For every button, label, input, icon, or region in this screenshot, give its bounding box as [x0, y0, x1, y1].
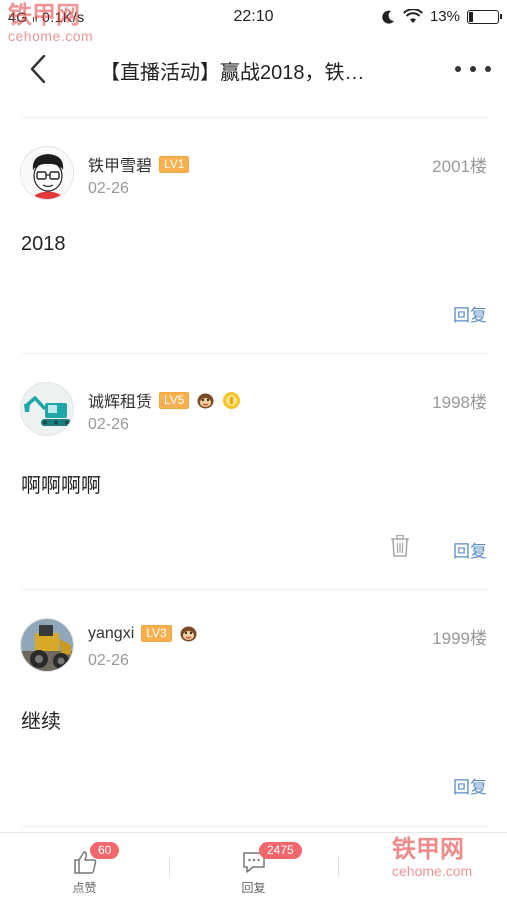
avatar-cartoon-face-icon: [21, 147, 73, 199]
reply-button[interactable]: 回复: [453, 773, 487, 798]
post-item: 诚辉租赁 LV5 1998楼 02-26 啊啊啊啊 回复: [0, 382, 507, 572]
avatar-excavator-icon: [21, 383, 73, 435]
battery-icon: [467, 9, 502, 24]
username-row: 铁甲雪碧 LV1: [88, 152, 190, 176]
username[interactable]: 诚辉租赁: [88, 388, 152, 412]
avatar[interactable]: [20, 382, 74, 436]
more-button[interactable]: [455, 52, 491, 86]
divider: [22, 353, 487, 354]
divider: [22, 589, 487, 590]
reply-count-badge: 2475: [259, 842, 302, 859]
watermark-name: 铁甲网: [392, 836, 464, 863]
level-badge: LV1: [159, 155, 190, 173]
watermark-logo-top: 铁甲网 cehome.com: [8, 2, 93, 44]
back-button[interactable]: [24, 52, 54, 86]
reply-button[interactable]: 回复: [453, 301, 487, 326]
moon-icon: [382, 10, 394, 24]
avatar[interactable]: [20, 146, 74, 200]
status-right: 13%: [380, 8, 502, 25]
post-content: 继续: [21, 711, 61, 733]
post-date: 02-26: [88, 180, 129, 197]
nav-bar: 【直播活动】赢战2018，铁…: [0, 40, 507, 98]
avatar[interactable]: [20, 618, 74, 672]
reply-button[interactable]: 回复: [453, 537, 487, 562]
monkey-medal-icon: [197, 393, 214, 408]
like-count-badge: 60: [90, 842, 120, 859]
like-tab[interactable]: 60 点赞: [0, 833, 169, 900]
trash-icon: [391, 534, 409, 557]
post-content: 啊啊啊啊: [21, 475, 101, 497]
watermark-name: 铁甲网: [8, 2, 80, 29]
more-icon-dot: [470, 66, 476, 72]
floor-number: 2001楼: [432, 157, 487, 176]
avatar-wheel-loader-photo-icon: [21, 619, 73, 671]
gold-coin-medal-icon: [223, 391, 241, 409]
divider: [22, 826, 487, 827]
back-icon: [30, 54, 46, 84]
monkey-medal-icon: [180, 626, 197, 642]
username[interactable]: yangxi: [88, 625, 134, 643]
post-item: 铁甲雪碧 LV1 2001楼 02-26 2018 回复: [0, 146, 507, 336]
page-title: 【直播活动】赢战2018，铁…: [100, 62, 365, 84]
more-icon-dot: [485, 66, 491, 72]
floor-number: 1999楼: [432, 629, 487, 648]
username-row: yangxi LV3: [88, 624, 198, 643]
watermark-logo-bottom: 铁甲网 cehome.com: [392, 836, 472, 878]
post-content: 2018: [21, 233, 66, 255]
post-item: yangxi LV3 1999楼 02-26 继续 回复: [0, 618, 507, 808]
wifi-icon: [403, 9, 423, 23]
username-row: 诚辉租赁 LV5: [88, 388, 241, 412]
more-icon-dot: [455, 66, 461, 72]
level-badge: LV5: [159, 391, 190, 409]
post-date: 02-26: [88, 652, 129, 669]
like-label: 点赞: [72, 881, 97, 895]
level-badge: LV3: [141, 625, 172, 642]
reply-tab[interactable]: 2475 回复: [169, 833, 338, 900]
delete-button[interactable]: [389, 534, 411, 558]
floor-number: 1998楼: [432, 393, 487, 412]
post-date: 02-26: [88, 416, 129, 433]
reply-label: 回复: [241, 881, 266, 895]
watermark-site: cehome.com: [392, 863, 473, 879]
battery-percent: 13%: [429, 8, 460, 25]
username[interactable]: 铁甲雪碧: [88, 152, 152, 176]
divider: [22, 117, 487, 118]
